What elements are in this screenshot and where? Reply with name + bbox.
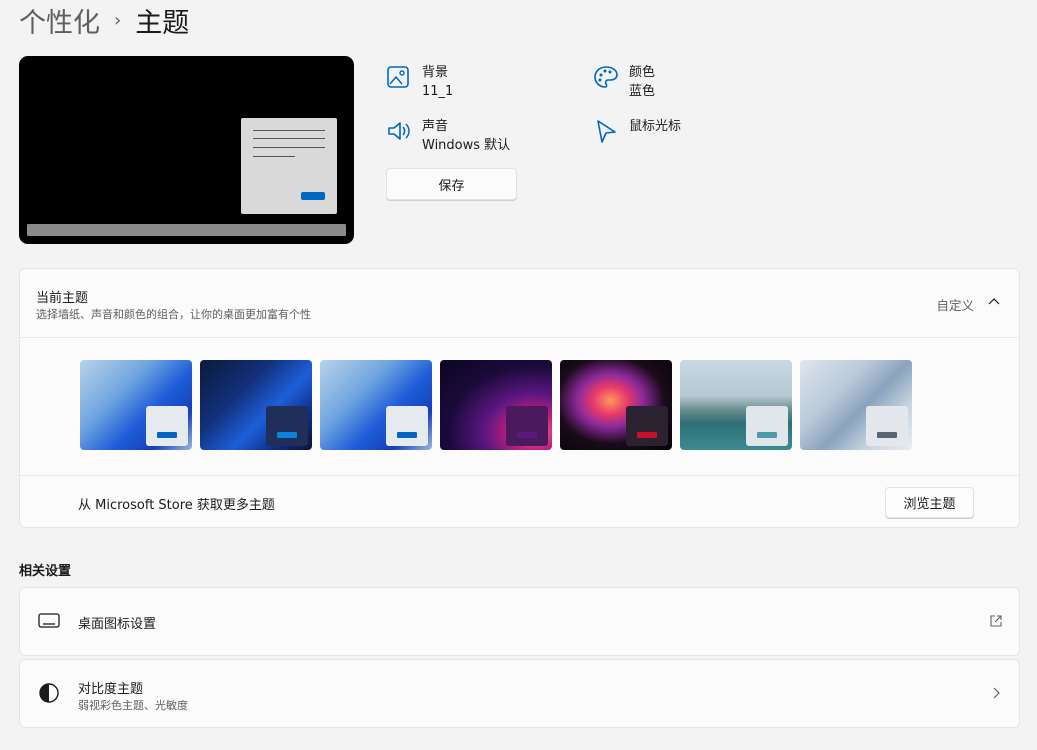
cursor-title: 鼠标光标 xyxy=(629,119,682,134)
theme-thumbnail[interactable] xyxy=(80,360,192,450)
theme-accent-bar xyxy=(157,432,177,438)
sound-title: 声音 xyxy=(422,119,449,134)
theme-mini-window xyxy=(266,406,308,446)
theme-thumbnail[interactable] xyxy=(680,360,792,450)
current-theme-mode: 自定义 xyxy=(936,298,974,313)
theme-thumbnail[interactable] xyxy=(200,360,312,450)
breadcrumb: 个性化 › 主题 xyxy=(19,1,190,40)
breadcrumb-separator: › xyxy=(114,9,122,31)
theme-thumbnail[interactable] xyxy=(320,360,432,450)
theme-mini-window xyxy=(746,406,788,446)
background-setting[interactable]: 背景 11_1 xyxy=(386,64,453,102)
chevron-right-icon xyxy=(993,687,1000,699)
theme-accent-bar xyxy=(517,432,537,438)
related-settings-title: 相关设置 xyxy=(19,564,72,579)
store-text: 从 Microsoft Store 获取更多主题 xyxy=(78,498,275,513)
desktop-icon-settings-label: 桌面图标设置 xyxy=(78,617,157,632)
preview-window xyxy=(241,118,337,214)
theme-mini-window xyxy=(386,406,428,446)
contrast-themes-row[interactable]: 对比度主题 弱视彩色主题、光敏度 xyxy=(19,659,1020,728)
save-button[interactable]: 保存 xyxy=(386,168,517,200)
background-value: 11_1 xyxy=(422,84,454,99)
theme-accent-bar xyxy=(397,432,417,438)
preview-line xyxy=(253,147,325,148)
contrast-icon xyxy=(39,683,59,703)
theme-gallery xyxy=(80,360,920,450)
contrast-themes-label: 对比度主题 xyxy=(78,682,144,697)
theme-thumbnail[interactable] xyxy=(560,360,672,450)
color-setting[interactable]: 颜色 蓝色 xyxy=(593,64,655,102)
browse-themes-button[interactable]: 浏览主题 xyxy=(885,487,974,518)
theme-thumbnail[interactable] xyxy=(800,360,912,450)
cursor-setting[interactable]: 鼠标光标 xyxy=(593,118,681,144)
current-theme-header[interactable]: 当前主题 选择墙纸、声音和颜色的组合，让你的桌面更加富有个性 自定义 xyxy=(20,269,1019,338)
preview-line xyxy=(253,130,325,131)
background-title: 背景 xyxy=(422,65,449,80)
current-theme-subtitle: 选择墙纸、声音和颜色的组合，让你的桌面更加富有个性 xyxy=(36,308,311,321)
theme-accent-bar xyxy=(277,432,297,438)
theme-mini-window xyxy=(626,406,668,446)
breadcrumb-parent[interactable]: 个性化 xyxy=(19,1,100,40)
monitor-icon xyxy=(38,613,60,628)
theme-mini-window xyxy=(146,406,188,446)
desktop-icon-settings-row[interactable]: 桌面图标设置 xyxy=(19,587,1020,656)
theme-mini-window xyxy=(866,406,908,446)
theme-accent-bar xyxy=(877,432,897,438)
sound-setting[interactable]: 声音 Windows 默认 xyxy=(386,118,510,156)
preview-line xyxy=(253,156,295,157)
theme-accent-bar xyxy=(637,432,657,438)
theme-preview xyxy=(19,56,354,244)
contrast-themes-sub: 弱视彩色主题、光敏度 xyxy=(78,699,188,712)
speaker-icon xyxy=(388,122,410,140)
theme-mini-window xyxy=(506,406,548,446)
chevron-up-icon[interactable] xyxy=(987,295,1001,309)
sound-value: Windows 默认 xyxy=(422,138,511,153)
preview-line xyxy=(253,138,325,139)
palette-icon xyxy=(594,66,618,88)
color-title: 颜色 xyxy=(629,65,656,80)
theme-thumbnail[interactable] xyxy=(440,360,552,450)
current-theme-card: 当前主题 选择墙纸、声音和颜色的组合，让你的桌面更加富有个性 自定义 从 Mic… xyxy=(19,268,1020,528)
color-value: 蓝色 xyxy=(629,84,656,99)
preview-accent-button xyxy=(301,192,325,200)
preview-taskbar xyxy=(27,224,346,236)
image-icon xyxy=(387,66,409,88)
page-title: 主题 xyxy=(135,7,190,39)
external-link-icon xyxy=(990,615,1002,627)
theme-accent-bar xyxy=(757,432,777,438)
current-theme-title: 当前主题 xyxy=(36,291,89,306)
cursor-icon xyxy=(597,120,616,143)
store-row: 从 Microsoft Store 获取更多主题 浏览主题 xyxy=(20,475,1019,528)
